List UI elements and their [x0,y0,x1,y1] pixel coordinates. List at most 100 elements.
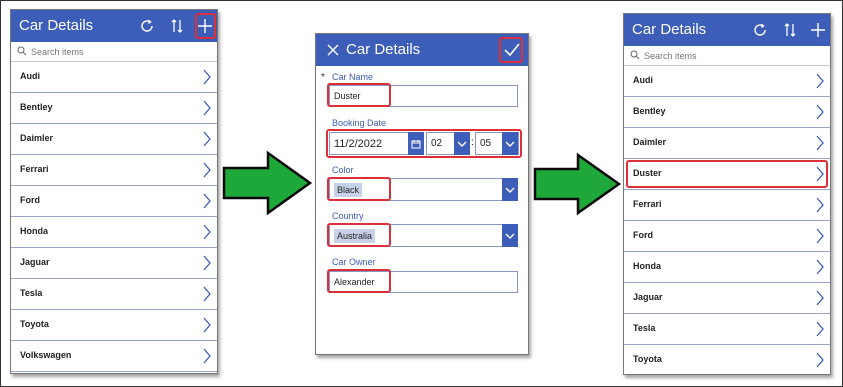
chevron-right-icon[interactable] [203,162,211,178]
list-item-label: Toyota [633,354,662,364]
check-icon[interactable] [500,38,524,62]
chevron-right-icon[interactable] [203,193,211,209]
chevron-right-icon[interactable] [203,69,211,85]
chevron-right-icon[interactable] [816,290,824,306]
list-item[interactable]: Ferrari [11,155,217,186]
country-value: Australia [334,228,376,243]
color-chevron-down-icon[interactable] [502,178,518,201]
minute-chevron-down-icon[interactable] [502,132,518,155]
hour-value: 02 [431,138,443,149]
list-item[interactable]: Ferrari [624,190,830,221]
search-icon [630,50,640,60]
country-dropdown[interactable]: Australia [329,224,518,247]
list-item[interactable]: Tesla [624,314,830,345]
right-screen: Car Details Audi Bentley Daimler Duster Ferr… [623,13,831,375]
chevron-right-icon[interactable] [816,228,824,244]
search-input[interactable] [31,44,181,60]
list-item-label: Jaguar [633,292,663,302]
calendar-icon[interactable] [408,132,424,155]
list-item[interactable]: Jaguar [624,283,830,314]
list-item[interactable]: Toyota [624,345,830,374]
list-item[interactable]: Bentley [624,97,830,128]
list-item[interactable]: Daimler [11,124,217,155]
list-item[interactable]: Jaguar [11,248,217,279]
hour-chevron-down-icon[interactable] [454,132,470,155]
list-item[interactable]: Audi [11,62,217,93]
list-item-label: Bentley [20,102,53,112]
right-arrow-icon [533,152,622,216]
chevron-right-icon[interactable] [816,73,824,89]
list-item[interactable]: Bentley [11,93,217,124]
list-item[interactable]: Honda [624,252,830,283]
list-item-label: Ford [20,195,40,205]
search-icon [17,46,27,56]
chevron-right-icon[interactable] [816,259,824,275]
list-item[interactable]: Ford [624,221,830,252]
chevron-right-icon[interactable] [203,131,211,147]
color-dropdown[interactable]: Black [329,178,518,201]
chevron-right-icon[interactable] [203,286,211,302]
list-item-label: Tesla [20,288,43,298]
chevron-right-icon[interactable] [203,100,211,116]
minute-value: 05 [480,138,492,149]
list-item[interactable]: Daimler [624,128,830,159]
chevron-right-icon[interactable] [203,255,211,271]
chevron-right-icon[interactable] [203,348,211,364]
chevron-right-icon[interactable] [816,166,824,182]
list-item[interactable]: Tesla [11,279,217,310]
close-icon[interactable] [321,38,345,62]
search-bar[interactable] [624,46,830,66]
list-item[interactable]: Toyota [11,310,217,341]
list-item-label: Ford [633,230,653,240]
list-item[interactable]: Audi [624,66,830,97]
list-item[interactable]: Ford [11,186,217,217]
chevron-right-icon[interactable] [203,224,211,240]
list-item-label: Audi [20,71,40,81]
add-icon[interactable] [806,18,830,42]
list-item-label: Toyota [20,319,49,329]
refresh-icon[interactable] [135,14,159,38]
form-screen: Car Details * Car Name Duster Booking Da… [315,33,529,355]
list-item[interactable]: Volkswagen [11,341,217,372]
list-item-label: Volkswagen [20,350,72,360]
left-screen: Car Details Audi Bentley Daimler Ferrari For… [10,9,218,374]
car-list: Audi Bentley Daimler Duster Ferrari Ford Honda… [624,66,830,374]
list-item-label: Jaguar [20,257,50,267]
owner-label: Car Owner [332,257,376,267]
list-item-label: Honda [20,226,48,236]
chevron-right-icon[interactable] [816,321,824,337]
list-item-label: Ferrari [633,199,662,209]
chevron-right-icon[interactable] [203,317,211,333]
header: Car Details [11,10,217,42]
country-label: Country [332,211,364,221]
chevron-right-icon[interactable] [816,197,824,213]
list-item[interactable]: Duster [624,159,830,190]
car-name-label: Car Name [332,72,374,82]
search-input[interactable] [644,48,794,64]
list-item-label: Daimler [20,133,54,143]
car-name-input[interactable]: Duster [329,85,518,107]
screen-title: Car Details [632,21,707,38]
form-header: Car Details [316,34,528,66]
list-item-label: Tesla [633,323,656,333]
color-value: Black [334,182,363,197]
search-bar[interactable] [11,42,217,62]
list-item-label: Bentley [633,106,666,116]
chevron-right-icon[interactable] [816,352,824,368]
chevron-right-icon[interactable] [816,104,824,120]
refresh-icon[interactable] [748,18,772,42]
chevron-right-icon[interactable] [816,135,824,151]
sort-icon[interactable] [778,18,802,42]
add-icon[interactable] [193,14,217,38]
owner-input[interactable]: Alexander [329,271,518,293]
list-item-label: Duster [633,168,662,178]
right-arrow-icon [222,150,313,216]
sort-icon[interactable] [165,14,189,38]
list-item[interactable]: Honda [11,217,217,248]
required-mark: * [321,72,325,83]
booking-date-label: Booking Date [332,118,387,128]
booking-date-value: 11/2/2022 [334,137,383,150]
country-chevron-down-icon[interactable] [502,224,518,247]
list-item-label: Audi [633,75,653,85]
list-item-label: Ferrari [20,164,49,174]
